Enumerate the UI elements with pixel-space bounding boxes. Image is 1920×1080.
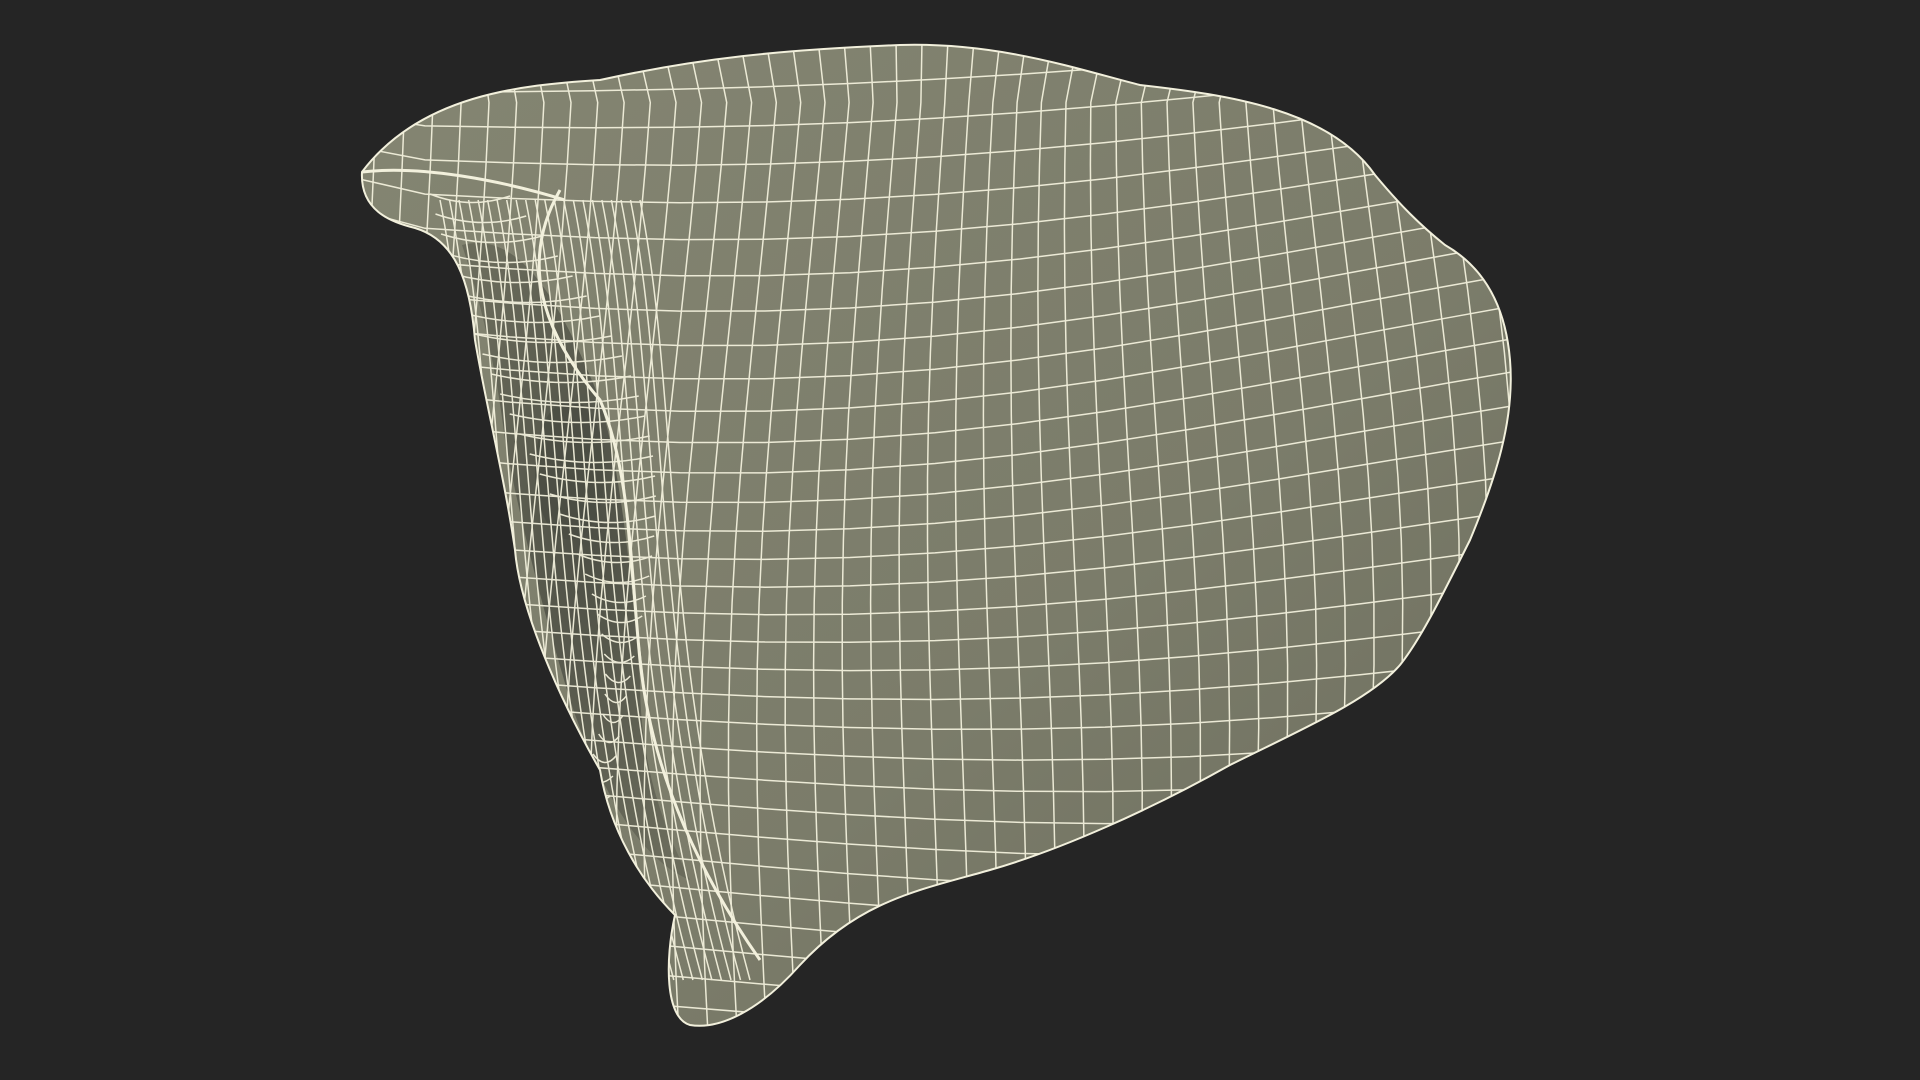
wireframe-model [296,0,1530,1040]
mesh-edge-cavity [470,953,583,964]
mesh-edge-v [1509,44,1511,1026]
mesh-edge-cavity [456,973,577,984]
mesh-edge-cavity [566,813,608,824]
mesh-edge-cavity [500,913,592,924]
mesh-edge-cavity [554,833,605,844]
mesh-edge-h [361,894,1511,951]
mesh-edge-v [296,40,350,1040]
mesh-edge-h [361,1020,1511,1026]
mesh-edge-v [1484,44,1511,1026]
mesh-edge-h [361,956,1511,1010]
mesh-edge-cavity [528,873,599,884]
mesh-edge-cavity [542,853,602,864]
mesh-edge-h [361,925,1511,981]
mesh-edge-cavity [514,893,596,904]
mesh-edge-h [361,987,1511,1026]
mesh-edge-h [340,0,1530,26]
viewport-canvas [0,0,1920,1080]
mesh-edge-cavity [485,933,588,944]
